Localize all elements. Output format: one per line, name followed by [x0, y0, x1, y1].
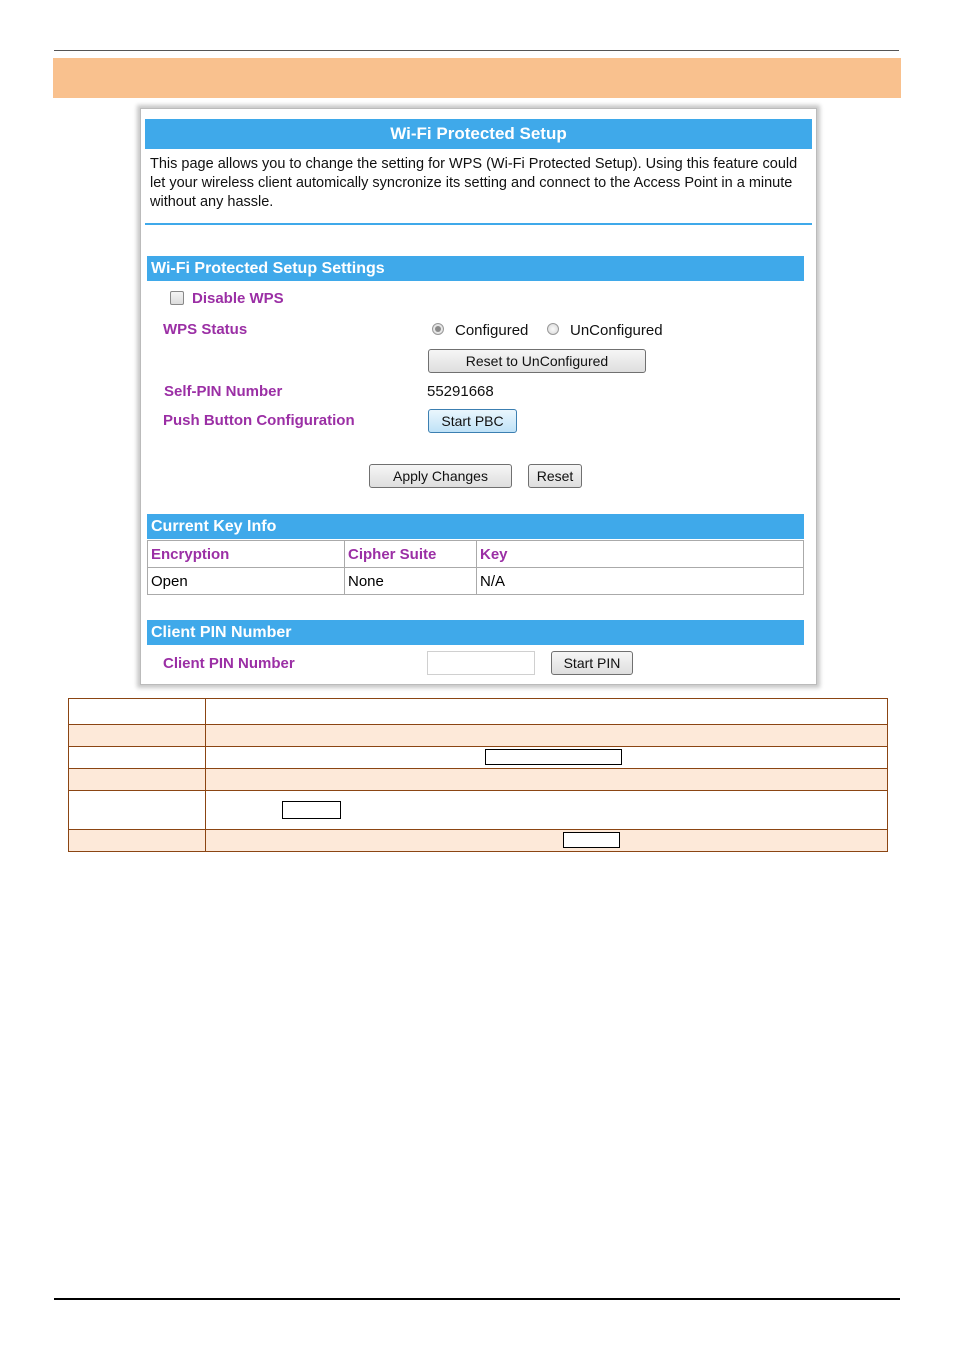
page-description: This page allows you to change the setti…	[150, 156, 798, 210]
cipher-suite-value: None	[344, 567, 477, 595]
table-row	[68, 746, 888, 769]
button-reference-box	[485, 749, 622, 765]
key-header: Key	[476, 540, 804, 568]
disable-wps-checkbox[interactable]	[170, 291, 184, 305]
button-reference-box	[282, 801, 341, 819]
footer-rule	[54, 1298, 900, 1300]
cipher-suite-header: Cipher Suite	[344, 540, 477, 568]
self-pin-label: Self-PIN Number	[164, 383, 283, 400]
client-pin-label: Client PIN Number	[163, 655, 295, 672]
wps-status-label: WPS Status	[163, 321, 248, 338]
status-configured-radio[interactable]	[432, 323, 444, 335]
description-divider	[145, 223, 812, 225]
table-row	[68, 768, 888, 791]
table-cell	[68, 724, 206, 747]
encryption-value: Open	[147, 567, 345, 595]
reset-button[interactable]: Reset	[528, 464, 582, 488]
table-row	[68, 829, 888, 852]
table-cell	[68, 746, 206, 769]
table-cell	[68, 768, 206, 791]
table-row: Open None N/A	[147, 567, 804, 595]
button-reference-box	[563, 832, 620, 848]
section-heading-band	[53, 58, 901, 98]
disable-wps-label: Disable WPS	[192, 290, 284, 307]
table-cell	[205, 768, 888, 791]
encryption-header: Encryption	[147, 540, 345, 568]
settings-section-header: Wi-Fi Protected Setup Settings	[147, 256, 804, 281]
status-configured-label: Configured	[455, 322, 529, 339]
table-header-row: Encryption Cipher Suite Key	[147, 540, 804, 568]
table-row	[68, 724, 888, 747]
table-row	[68, 790, 888, 830]
table-cell	[205, 724, 888, 747]
table-cell	[68, 829, 206, 852]
status-unconfigured-radio[interactable]	[547, 323, 559, 335]
table-cell	[68, 698, 206, 725]
table-cell	[68, 790, 206, 830]
wps-screenshot-panel: Wi-Fi Protected Setup This page allows y…	[140, 108, 817, 685]
field-description-table	[68, 698, 888, 852]
self-pin-value: 55291668	[427, 383, 494, 400]
page-title: Wi-Fi Protected Setup	[145, 119, 812, 149]
key-info-section-header: Current Key Info	[147, 514, 804, 539]
start-pbc-button[interactable]: Start PBC	[428, 409, 517, 433]
client-pin-section-header: Client PIN Number	[147, 620, 804, 645]
table-cell	[205, 790, 888, 830]
header-rule	[54, 50, 899, 51]
table-cell	[205, 698, 888, 725]
start-pin-button[interactable]: Start PIN	[551, 651, 633, 675]
key-value: N/A	[476, 567, 804, 595]
pbc-label: Push Button Configuration	[163, 412, 355, 429]
apply-changes-button[interactable]: Apply Changes	[369, 464, 512, 488]
table-cell	[205, 746, 888, 769]
reset-to-unconfigured-button[interactable]: Reset to UnConfigured	[428, 349, 646, 373]
client-pin-input[interactable]	[427, 651, 535, 675]
table-header-row	[68, 698, 888, 725]
table-cell	[205, 829, 888, 852]
status-unconfigured-label: UnConfigured	[570, 322, 663, 339]
key-info-table: Encryption Cipher Suite Key Open None N/…	[147, 540, 804, 595]
